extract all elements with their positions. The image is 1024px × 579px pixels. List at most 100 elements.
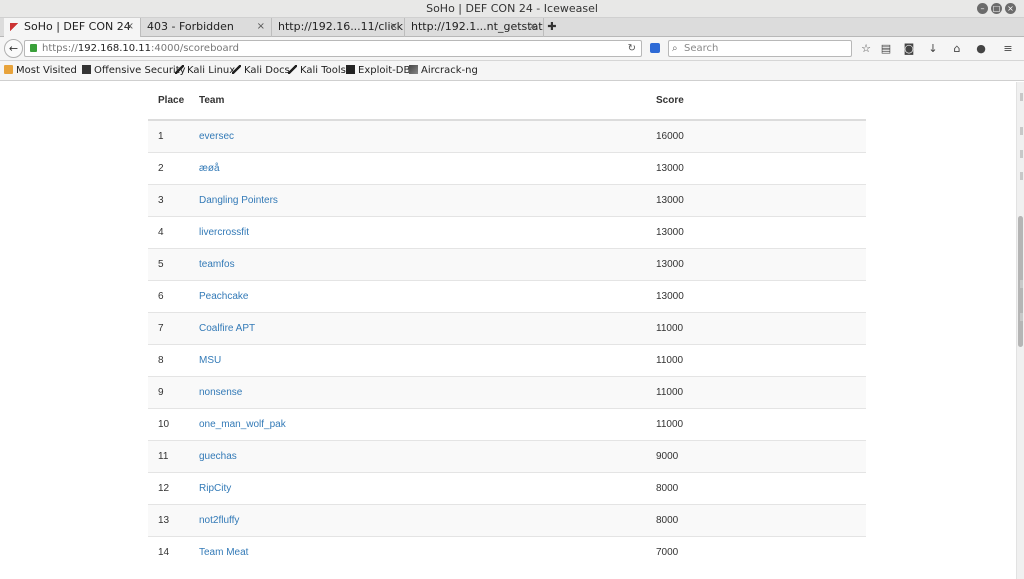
tab-getstatus[interactable]: http://192.1...nt_getstatus × [405,18,544,37]
scoreboard-table: Place Team Score 1 eversec 16000 2 æøå 13000 3… [148,82,866,568]
team-link[interactable]: RipCity [199,483,231,494]
team-cell: RipCity [189,471,646,504]
place-cell: 9 [148,375,189,408]
dragon-icon [10,23,20,31]
team-link[interactable]: teamfos [199,259,235,270]
bookmark-kali-tools[interactable]: Kali Tools [288,64,346,78]
tab-click-php[interactable]: http://192.16...11/click.php × [272,18,405,37]
bookmark-star-blue-icon[interactable] [650,43,660,53]
place-cell: 3 [148,183,189,216]
place-cell: 1 [148,119,189,152]
kali-icon [232,65,241,74]
table-row: 8 MSU 11000 [148,343,866,376]
bookmark-kali-docs[interactable]: Kali Docs [232,64,290,78]
team-cell: livercrossfit [189,215,646,248]
score-cell: 13000 [646,183,866,216]
bookmark-exploit-db[interactable]: Exploit-DB [346,64,410,78]
clipboard-icon[interactable]: ▤ [879,42,893,56]
team-cell: one_man_wolf_pak [189,407,646,440]
bookmarks-toolbar: Most Visited ⌄ Offensive Security Kali L… [0,61,1024,81]
score-cell: 11000 [646,375,866,408]
column-header-place: Place [148,82,189,121]
place-cell: 12 [148,471,189,504]
team-link[interactable]: æøå [199,163,220,174]
team-link[interactable]: nonsense [199,387,242,398]
search-input[interactable]: ⌕ Search [668,40,852,57]
side-marker [1020,93,1023,101]
score-cell: 13000 [646,151,866,184]
close-icon[interactable]: × [1005,3,1016,14]
table-row: 12 RipCity 8000 [148,471,866,504]
score-cell: 9000 [646,439,866,472]
tab-label: SoHo | DEF CON 24 [24,20,131,33]
tab-forbidden[interactable]: 403 - Forbidden × [141,18,272,37]
table-row: 13 not2fluffy 8000 [148,503,866,536]
place-cell: 13 [148,503,189,536]
team-link[interactable]: one_man_wolf_pak [199,419,286,430]
home-icon[interactable]: ⌂ [950,42,964,56]
url-bar[interactable]: https://192.168.10.11:4000/scoreboard ↻ [24,40,642,57]
score-cell: 13000 [646,247,866,280]
tab-bar: SoHo | DEF CON 24 × 403 - Forbidden × ht… [0,18,1024,38]
team-cell: guechas [189,439,646,472]
place-cell: 7 [148,311,189,344]
close-tab-icon[interactable]: × [390,18,398,36]
bookmark-label: Kali Linux [187,65,236,76]
column-header-score: Score [646,82,866,121]
team-cell: eversec [189,119,646,152]
team-link[interactable]: Coalfire APT [199,323,255,334]
team-link[interactable]: eversec [199,131,234,142]
lock-icon [30,44,37,52]
place-cell: 4 [148,215,189,248]
table-header-row: Place Team Score [148,82,866,121]
chat-icon[interactable]: ● [974,42,988,56]
reload-icon[interactable]: ↻ [628,41,636,56]
offsec-icon [82,65,91,74]
bookmark-most-visited[interactable]: Most Visited ⌄ [4,64,88,78]
bookmark-label: Kali Tools [300,65,346,76]
score-cell: 11000 [646,311,866,344]
tab-soho[interactable]: SoHo | DEF CON 24 × [4,18,141,38]
score-cell: 13000 [646,279,866,312]
side-marker [1020,150,1023,158]
place-cell: 6 [148,279,189,312]
table-row: 1 eversec 16000 [148,119,866,152]
bookmark-offensive-security[interactable]: Offensive Security [82,64,186,78]
bookmark-label: Kali Docs [244,65,290,76]
team-cell: Dangling Pointers [189,183,646,216]
bookmark-label: Aircrack-ng [421,65,478,76]
team-link[interactable]: Peachcake [199,291,248,302]
team-cell: Peachcake [189,279,646,312]
bookmark-label: Exploit-DB [358,65,411,76]
maximize-icon[interactable]: □ [991,3,1002,14]
window-title: SoHo | DEF CON 24 - Iceweasel [426,2,598,15]
bookmark-kali-linux[interactable]: Kali Linux [175,64,235,78]
team-cell: teamfos [189,247,646,280]
score-cell: 13000 [646,215,866,248]
bookmark-aircrack-ng[interactable]: Aircrack-ng [409,64,478,78]
team-link[interactable]: guechas [199,451,237,462]
close-tab-icon[interactable]: × [126,18,134,36]
minimize-icon[interactable]: – [977,3,988,14]
back-arrow-icon[interactable]: ← [4,39,23,58]
close-tab-icon[interactable]: × [529,18,537,36]
place-cell: 11 [148,439,189,472]
team-link[interactable]: livercrossfit [199,227,249,238]
close-tab-icon[interactable]: × [257,18,265,36]
team-link[interactable]: Dangling Pointers [199,195,278,206]
team-cell: Coalfire APT [189,311,646,344]
pocket-icon[interactable]: ◙ [902,42,916,56]
team-cell: not2fluffy [189,503,646,536]
star-icon[interactable]: ☆ [859,42,873,56]
team-link[interactable]: Team Meat [199,547,248,558]
team-link[interactable]: MSU [199,355,221,366]
menu-icon[interactable]: ≡ [1001,42,1015,56]
download-icon[interactable]: ↓ [926,42,940,56]
new-tab-icon[interactable]: ✚ [544,18,560,37]
place-cell: 5 [148,247,189,280]
place-cell: 8 [148,343,189,376]
team-link[interactable]: not2fluffy [199,515,239,526]
table-row: 7 Coalfire APT 11000 [148,311,866,344]
exploitdb-icon [346,65,355,74]
team-cell: Team Meat [189,535,646,568]
